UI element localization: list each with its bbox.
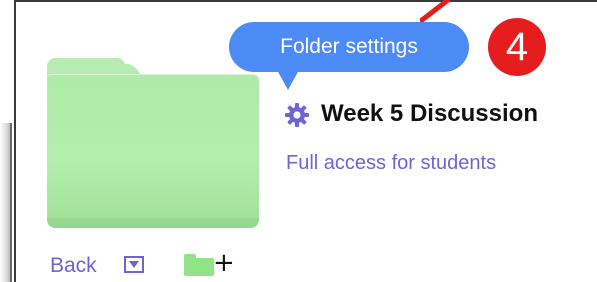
step-number: 4	[505, 25, 529, 69]
step-number-badge: 4	[488, 18, 546, 76]
dropdown-arrow-icon[interactable]	[124, 256, 144, 273]
new-folder-button[interactable]: +	[183, 248, 235, 278]
folder-settings-tooltip: Folder settings	[229, 22, 469, 90]
back-link[interactable]: Back	[50, 252, 97, 280]
tooltip-label: Folder settings	[280, 35, 418, 58]
annotation-arrow-line	[420, 0, 450, 22]
plus-icon: +	[213, 248, 235, 278]
folder-access-status[interactable]: Full access for students	[286, 149, 496, 177]
panel-shadow	[0, 123, 12, 282]
gear-icon[interactable]	[284, 102, 310, 128]
folder-icon[interactable]	[47, 58, 259, 228]
folder-body	[47, 74, 259, 228]
folder-name: Week 5 Discussion	[321, 100, 538, 127]
folder-plus-icon	[184, 254, 214, 276]
